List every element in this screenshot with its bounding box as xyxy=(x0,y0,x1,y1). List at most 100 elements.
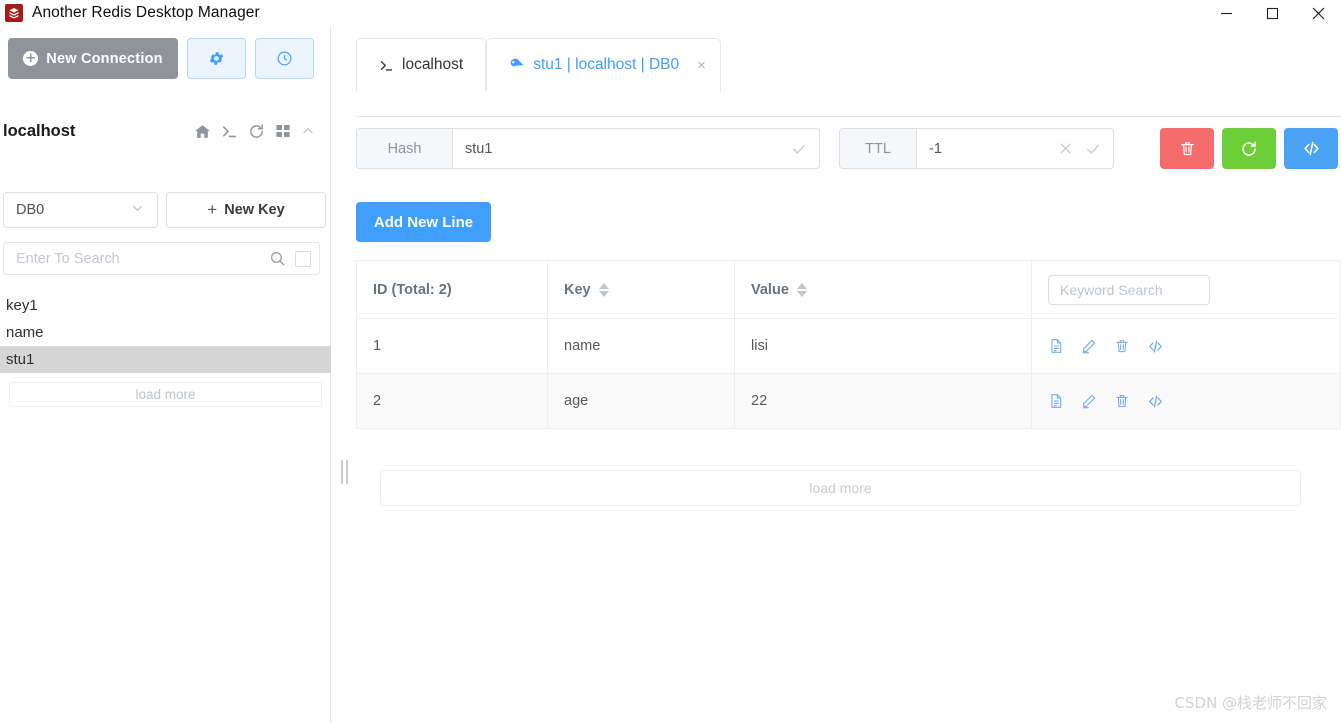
connection-toolbar: + New Connection xyxy=(8,38,314,79)
table-row[interactable]: 1 name lisi xyxy=(357,319,1340,374)
delete-key-button[interactable] xyxy=(1160,128,1214,169)
column-header-value-label: Value xyxy=(751,281,789,298)
content-load-more-button[interactable]: load more xyxy=(380,470,1301,506)
table-row[interactable]: 2 age 22 xyxy=(357,374,1340,429)
terminal-icon[interactable] xyxy=(221,123,238,140)
clock-icon xyxy=(276,50,293,67)
key-name-field-group: Hash stu1 xyxy=(356,128,820,169)
title-bar: Another Redis Desktop Manager xyxy=(0,0,1341,26)
column-header-key[interactable]: Key xyxy=(548,261,735,318)
chevron-up-icon[interactable] xyxy=(301,124,315,138)
tab-label: localhost xyxy=(402,56,464,73)
check-icon[interactable] xyxy=(1085,141,1101,157)
key-icon xyxy=(509,57,525,73)
ttl-field-icons xyxy=(1058,129,1113,168)
new-key-label: New Key xyxy=(224,202,285,218)
row-action-icons xyxy=(1048,393,1164,410)
close-icon[interactable] xyxy=(1295,0,1341,26)
list-item[interactable]: key1 xyxy=(0,292,331,319)
row-action-icons xyxy=(1048,338,1164,355)
key-search-box[interactable]: Enter To Search xyxy=(3,242,320,275)
cell-actions xyxy=(1032,319,1340,373)
cell-actions xyxy=(1032,374,1340,428)
column-header-id-label: ID (Total: 2) xyxy=(373,281,452,298)
copy-icon[interactable] xyxy=(1048,338,1064,354)
close-icon[interactable]: × xyxy=(697,57,706,74)
hash-table: ID (Total: 2) Key Value Keyword Search 1… xyxy=(356,260,1341,429)
server-actions xyxy=(194,114,315,148)
key-toolbar: Hash stu1 TTL -1 xyxy=(356,128,1338,169)
home-icon[interactable] xyxy=(194,123,211,140)
keyword-search-input[interactable]: Keyword Search xyxy=(1048,274,1210,305)
check-icon[interactable] xyxy=(791,141,807,157)
copy-icon[interactable] xyxy=(1048,393,1064,409)
list-item[interactable]: name xyxy=(0,319,331,346)
sidebar-load-more-button[interactable]: load more xyxy=(9,382,322,407)
refresh-icon[interactable] xyxy=(248,123,265,140)
maximize-icon[interactable] xyxy=(1249,0,1295,26)
plus-icon: + xyxy=(207,200,218,219)
cell-id: 2 xyxy=(357,374,548,428)
trash-icon[interactable] xyxy=(1114,338,1130,354)
code-icon[interactable] xyxy=(1147,393,1164,410)
cell-key: name xyxy=(548,319,735,373)
redis-app-icon xyxy=(5,4,23,22)
window-controls xyxy=(1203,0,1341,26)
plus-icon: + xyxy=(23,51,39,66)
tab-localhost[interactable]: localhost xyxy=(356,38,487,91)
chevron-down-icon xyxy=(130,201,145,220)
cell-value: lisi xyxy=(735,319,1032,373)
sidebar: + New Connection localhost DB0 + New Key… xyxy=(0,26,331,723)
search-exact-checkbox[interactable] xyxy=(295,250,311,267)
search-icon[interactable] xyxy=(269,250,286,267)
server-header: localhost xyxy=(0,114,331,148)
ttl-field-group: TTL -1 xyxy=(839,128,1114,169)
key-list: key1 name stu1 load more xyxy=(0,292,331,407)
column-header-key-label: Key xyxy=(564,281,591,298)
panel-splitter-handle[interactable] xyxy=(341,460,349,484)
minimize-icon[interactable] xyxy=(1203,0,1249,26)
new-key-button[interactable]: + New Key xyxy=(166,192,326,228)
db-select[interactable]: DB0 xyxy=(3,192,158,228)
sort-icon[interactable] xyxy=(796,282,807,297)
refresh-key-button[interactable] xyxy=(1222,128,1276,169)
sort-icon[interactable] xyxy=(598,282,609,297)
code-view-button[interactable] xyxy=(1284,128,1338,169)
grid-icon[interactable] xyxy=(275,123,291,139)
tab-key-detail[interactable]: stu1 | localhost | DB0 × xyxy=(486,38,721,91)
ttl-input[interactable]: -1 xyxy=(917,129,1058,168)
db-select-value: DB0 xyxy=(16,202,45,218)
code-icon xyxy=(1302,139,1321,158)
new-connection-button[interactable]: + New Connection xyxy=(8,38,178,79)
terminal-icon xyxy=(379,58,394,73)
settings-button[interactable] xyxy=(187,38,246,79)
main-panel: localhost stu1 | localhost | DB0 × Hash … xyxy=(332,26,1341,723)
gear-icon xyxy=(208,50,225,67)
server-name[interactable]: localhost xyxy=(3,122,75,141)
column-header-id: ID (Total: 2) xyxy=(357,261,548,318)
trash-icon xyxy=(1179,140,1196,157)
refresh-icon xyxy=(1240,140,1258,158)
key-action-buttons xyxy=(1160,128,1338,169)
trash-icon[interactable] xyxy=(1114,393,1130,409)
close-icon[interactable] xyxy=(1058,141,1073,156)
cell-key: age xyxy=(548,374,735,428)
tab-bar: localhost stu1 | localhost | DB0 × xyxy=(356,38,721,91)
edit-icon[interactable] xyxy=(1081,393,1097,409)
key-name-input[interactable]: stu1 xyxy=(453,129,791,168)
key-type-label: Hash xyxy=(357,129,453,168)
edit-icon[interactable] xyxy=(1081,338,1097,354)
column-header-value[interactable]: Value xyxy=(735,261,1032,318)
column-header-actions: Keyword Search xyxy=(1032,261,1340,318)
cell-id: 1 xyxy=(357,319,548,373)
code-icon[interactable] xyxy=(1147,338,1164,355)
list-item[interactable]: stu1 xyxy=(0,346,331,373)
db-toolbar: DB0 + New Key xyxy=(3,192,326,228)
search-input[interactable]: Enter To Search xyxy=(16,251,269,267)
app-title: Another Redis Desktop Manager xyxy=(32,4,260,21)
cell-value: 22 xyxy=(735,374,1032,428)
key-field-icons xyxy=(791,129,819,168)
tab-label: stu1 | localhost | DB0 xyxy=(533,56,680,73)
history-button[interactable] xyxy=(255,38,314,79)
add-new-line-button[interactable]: Add New Line xyxy=(356,202,491,242)
